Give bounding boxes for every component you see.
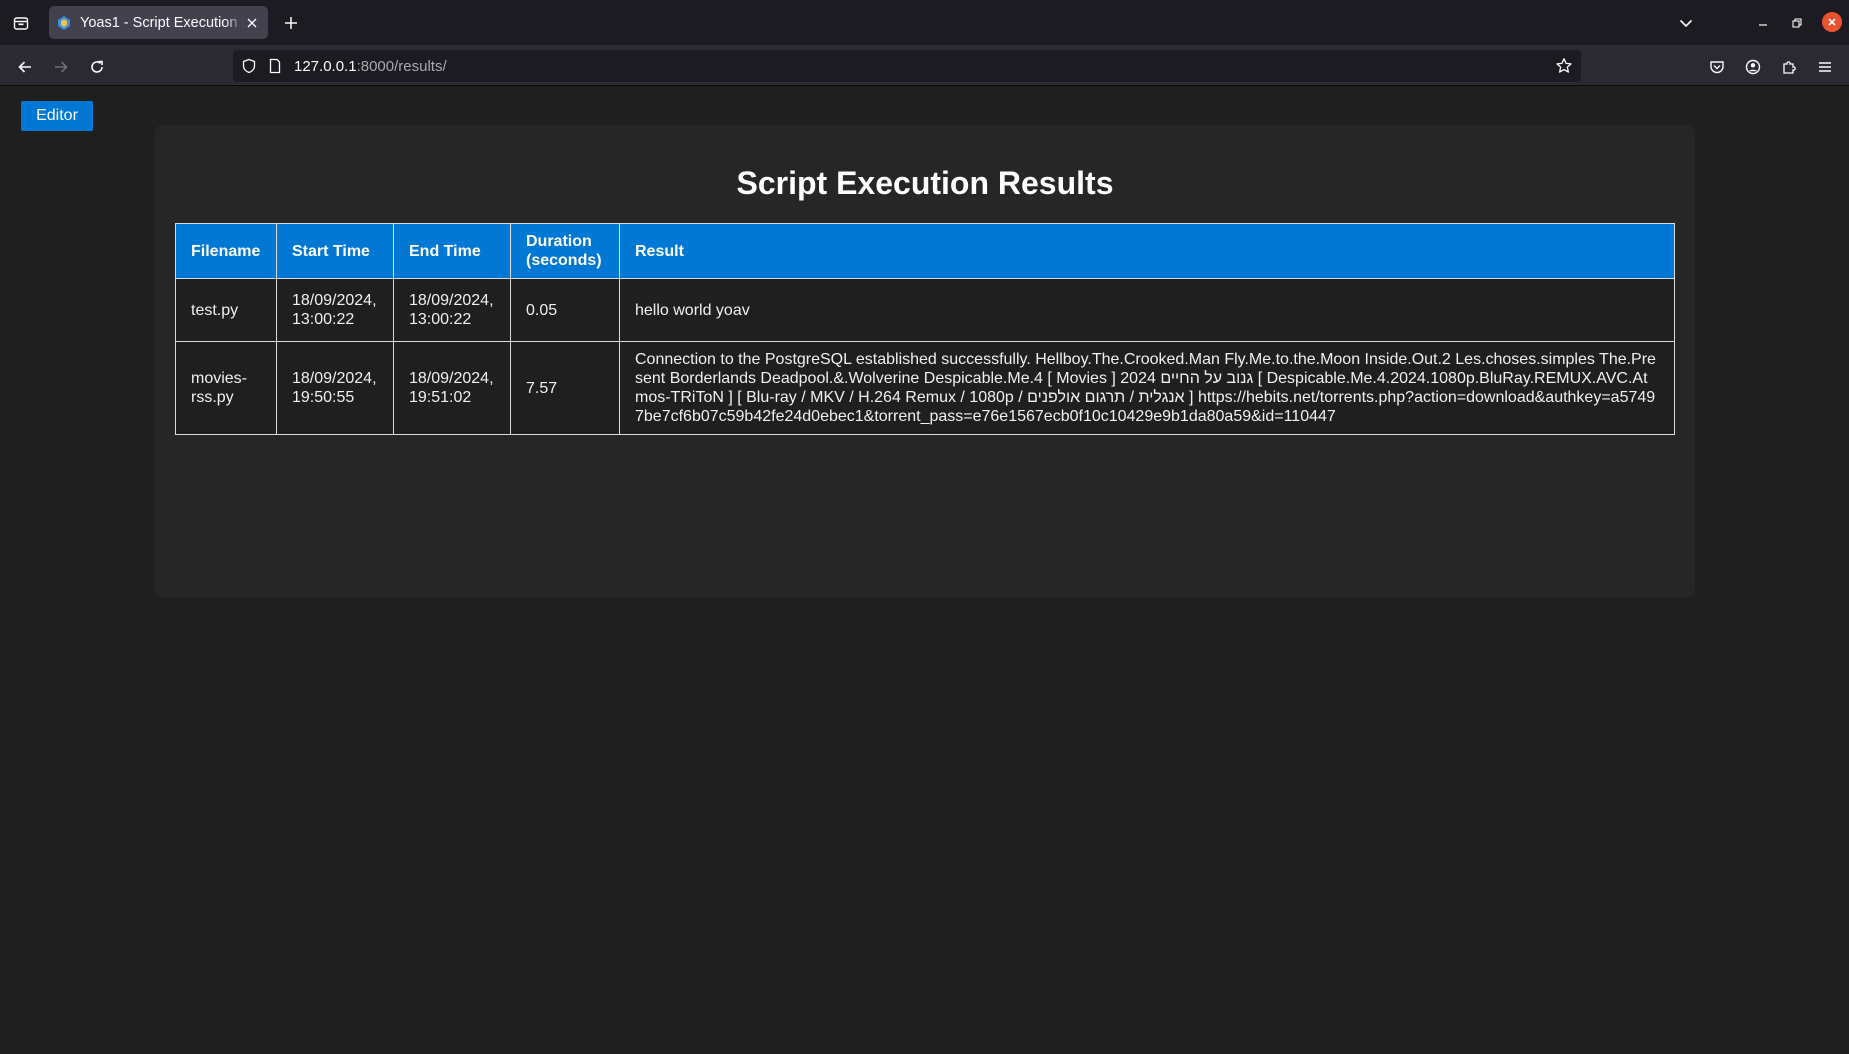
tab-list-icon[interactable] xyxy=(9,11,33,35)
pocket-icon[interactable] xyxy=(1705,55,1729,79)
cell-filename: movies-rss.py xyxy=(175,341,277,435)
table-row: test.py 18/09/2024, 13:00:22 18/09/2024,… xyxy=(175,278,1675,342)
star-icon[interactable] xyxy=(1555,57,1573,75)
hamburger-icon[interactable] xyxy=(1813,55,1837,79)
browser-tab-active[interactable]: Yoas1 - Script Execution Results xyxy=(49,6,268,39)
cell-start-time: 18/09/2024, 13:00:22 xyxy=(276,278,394,342)
url-host: 127.0.0.1 xyxy=(294,58,357,75)
cell-start-time: 18/09/2024, 19:50:55 xyxy=(276,341,394,435)
cell-filename: test.py xyxy=(175,278,277,342)
reload-icon[interactable] xyxy=(83,53,111,81)
close-icon[interactable] xyxy=(244,15,260,31)
account-icon[interactable] xyxy=(1741,55,1765,79)
cell-result: hello world yoav xyxy=(619,278,1675,342)
close-icon[interactable] xyxy=(1822,12,1842,32)
restore-icon[interactable] xyxy=(1785,11,1809,35)
cell-duration: 7.57 xyxy=(510,341,620,435)
url-path: :8000/results/ xyxy=(356,58,447,75)
url-text[interactable]: 127.0.0.1:8000/results/ xyxy=(294,58,447,75)
plus-icon[interactable] xyxy=(279,11,303,35)
back-arrow-icon[interactable] xyxy=(11,53,39,81)
results-card: Script Execution Results Filename Start … xyxy=(155,125,1695,597)
editor-button[interactable]: Editor xyxy=(21,101,93,131)
column-header-end-time: End Time xyxy=(393,223,511,279)
table-header-row: Filename Start Time End Time Duration (s… xyxy=(175,223,1675,279)
column-header-start-time: Start Time xyxy=(276,223,394,279)
column-header-duration: Duration (seconds) xyxy=(510,223,620,279)
puzzle-icon[interactable] xyxy=(1777,55,1801,79)
chevron-down-icon[interactable] xyxy=(1674,11,1698,35)
cell-result: Connection to the PostgreSQL established… xyxy=(619,341,1675,435)
cell-duration: 0.05 xyxy=(510,278,620,342)
page-title: Script Execution Results xyxy=(736,165,1114,201)
address-bar[interactable]: 127.0.0.1:8000/results/ xyxy=(233,50,1581,82)
column-header-result: Result xyxy=(619,223,1675,279)
results-table: Filename Start Time End Time Duration (s… xyxy=(175,223,1675,435)
table-row: movies-rss.py 18/09/2024, 19:50:55 18/09… xyxy=(175,341,1675,435)
page-icon[interactable] xyxy=(267,58,283,74)
browser-navigation-bar: 127.0.0.1:8000/results/ xyxy=(0,45,1849,86)
cell-end-time: 18/09/2024, 13:00:22 xyxy=(393,278,511,342)
column-header-filename: Filename xyxy=(175,223,277,279)
minimize-icon[interactable] xyxy=(1751,11,1775,35)
page-content: Editor Script Execution Results Filename… xyxy=(0,86,1849,1054)
tab-title: Yoas1 - Script Execution Results xyxy=(80,14,244,31)
forward-arrow-icon[interactable] xyxy=(47,53,75,81)
browser-tab-strip: Yoas1 - Script Execution Results xyxy=(0,0,1849,45)
favicon-icon xyxy=(56,15,72,31)
shield-icon[interactable] xyxy=(241,58,257,74)
cell-end-time: 18/09/2024, 19:51:02 xyxy=(393,341,511,435)
